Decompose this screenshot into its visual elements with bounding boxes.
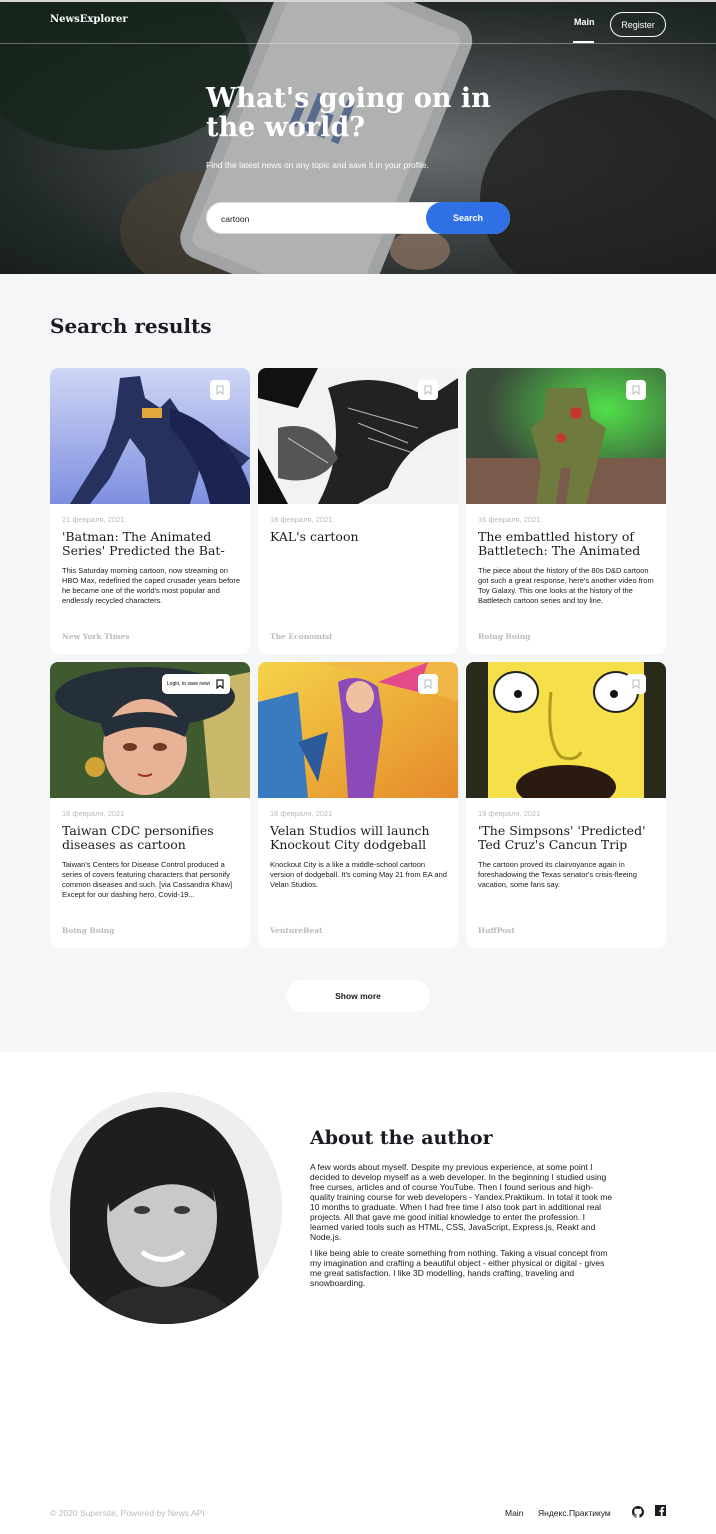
card-title: KAL's cartoon bbox=[270, 530, 359, 544]
about-paragraph: I like being able to create something fr… bbox=[310, 1248, 608, 1288]
card-source: VentureBeat bbox=[270, 926, 323, 935]
footer-link-praktikum[interactable]: Яндекс.Практикум bbox=[538, 1508, 611, 1518]
news-card[interactable]: 18 февраля, 2021 Velan Studios will laun… bbox=[258, 662, 458, 948]
card-source: HuffPost bbox=[478, 926, 515, 935]
search-input[interactable] bbox=[221, 211, 421, 227]
bookmark-icon bbox=[424, 385, 432, 395]
bookmark-button[interactable] bbox=[418, 674, 438, 694]
bookmark-icon bbox=[632, 385, 640, 395]
card-date: 16 февраля, 2021 bbox=[478, 515, 541, 524]
card-date: 18 февраля, 2021 bbox=[270, 809, 333, 818]
card-text: Taiwan's Centers for Disease Control pro… bbox=[62, 860, 233, 899]
card-text: The cartoon proved its clairvoyance agai… bbox=[478, 860, 637, 889]
news-card[interactable]: 19 февраля, 2021 'The Simpsons' 'Predict… bbox=[466, 662, 666, 948]
news-card[interactable]: 16 февраля, 2021 The embattled history o… bbox=[466, 368, 666, 654]
card-text: The piece about the history of the 80s D… bbox=[478, 566, 654, 605]
card-title: Taiwan CDC personifies diseases as carto… bbox=[62, 824, 214, 852]
card-date: 18 февраля, 2021 bbox=[62, 809, 125, 818]
nav-active-underline bbox=[573, 41, 594, 43]
github-icon[interactable] bbox=[632, 1506, 644, 1518]
card-date: 19 февраля, 2021 bbox=[478, 809, 541, 818]
nav-main-link[interactable]: Main bbox=[574, 17, 595, 27]
hero-subtitle: Find the latest news on any topic and sa… bbox=[206, 160, 430, 170]
hero-title: What's going on in the world? bbox=[206, 83, 491, 143]
card-date: 18 февраля, 2021 bbox=[270, 515, 333, 524]
search-results-section: Search results 21 февраля, 2021 'Batman:… bbox=[0, 274, 716, 1052]
bookmark-button[interactable] bbox=[626, 380, 646, 400]
card-source: The Economist bbox=[270, 632, 333, 641]
register-button[interactable]: Register bbox=[610, 12, 666, 37]
card-text: This Saturday morning cartoon, now strea… bbox=[62, 566, 240, 605]
bookmark-icon bbox=[216, 385, 224, 395]
bookmark-button[interactable] bbox=[210, 380, 230, 400]
card-source: New York Times bbox=[62, 632, 130, 641]
logo[interactable]: NewsExplorer bbox=[50, 14, 128, 25]
card-source: Boing Boing bbox=[478, 632, 531, 641]
footer-link-main[interactable]: Main bbox=[505, 1508, 523, 1518]
card-title: 'Batman: The Animated Series' Predicted … bbox=[62, 530, 225, 558]
bookmark-button[interactable] bbox=[626, 674, 646, 694]
author-avatar bbox=[50, 1092, 282, 1324]
card-title: The embattled history of Battletech: The… bbox=[478, 530, 641, 558]
footer-copyright: © 2020 Supersite, Powered by News API bbox=[50, 1508, 205, 1518]
card-text: Knockout City is a like a middle-school … bbox=[270, 860, 447, 889]
login-tooltip: Login, to save news bbox=[162, 674, 216, 694]
news-card[interactable]: 21 февраля, 2021 'Batman: The Animated S… bbox=[50, 368, 250, 654]
search-button[interactable]: Search bbox=[426, 202, 510, 234]
card-date: 21 февраля, 2021 bbox=[62, 515, 125, 524]
about-text: A few words about myself. Despite my pre… bbox=[310, 1162, 614, 1294]
about-paragraph: A few words about myself. Despite my pre… bbox=[310, 1162, 613, 1242]
show-more-button[interactable]: Show more bbox=[286, 980, 430, 1012]
bookmark-icon bbox=[632, 679, 640, 689]
about-title: About the author bbox=[310, 1127, 493, 1149]
news-card[interactable]: 18 февраля, 2021 KAL's cartoon The Econo… bbox=[258, 368, 458, 654]
bookmark-button[interactable] bbox=[418, 380, 438, 400]
card-title: Velan Studios will launch Knockout City … bbox=[270, 824, 430, 852]
bookmark-icon bbox=[424, 679, 432, 689]
bookmark-button[interactable] bbox=[210, 674, 230, 694]
card-title: 'The Simpsons' 'Predicted' Ted Cruz's Ca… bbox=[478, 824, 646, 852]
bookmark-icon bbox=[216, 679, 224, 689]
card-source: Boing Boing bbox=[62, 926, 115, 935]
facebook-icon[interactable] bbox=[655, 1505, 666, 1516]
results-title: Search results bbox=[50, 314, 212, 338]
news-card[interactable]: Login, to save news 18 февраля, 2021 Tai… bbox=[50, 662, 250, 948]
